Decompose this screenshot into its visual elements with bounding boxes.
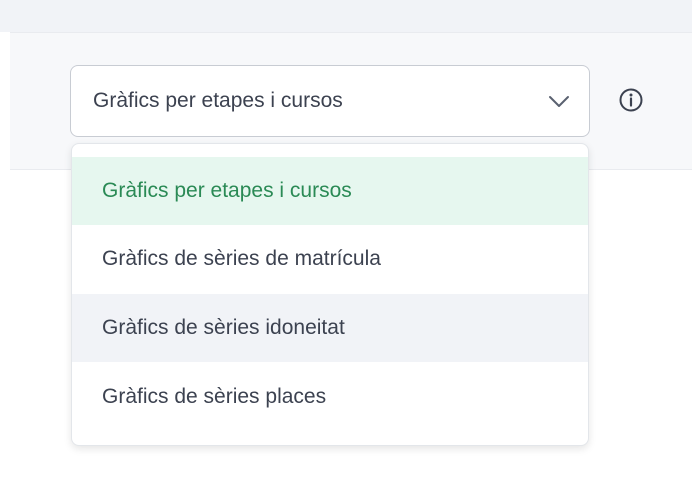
dropdown-option-series-matricula[interactable]: Gràfics de sèries de matrícula <box>72 225 588 293</box>
chevron-down-icon <box>549 96 569 107</box>
chart-type-select-value: Gràfics per etapes i cursos <box>93 89 343 112</box>
chart-type-select[interactable]: Gràfics per etapes i cursos <box>70 65 590 137</box>
dropdown-option-etapes-cursos[interactable]: Gràfics per etapes i cursos <box>72 157 588 225</box>
chart-type-dropdown: Gràfics per etapes i cursos Gràfics de s… <box>71 143 589 446</box>
info-circle-icon[interactable] <box>617 86 645 114</box>
top-strip <box>0 0 692 32</box>
dropdown-option-series-places[interactable]: Gràfics de sèries places <box>72 363 588 431</box>
dropdown-option-series-idoneitat[interactable]: Gràfics de sèries idoneitat <box>72 294 588 362</box>
